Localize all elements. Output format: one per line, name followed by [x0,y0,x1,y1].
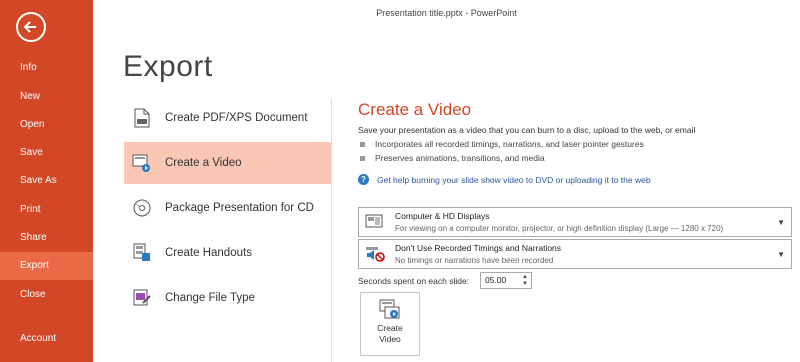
create-video-button[interactable]: Create Video [360,292,420,356]
dropdown-arrow-icon: ▼ [777,250,785,259]
display-icon [365,214,383,230]
nav-item-close[interactable]: Close [0,281,93,309]
bullet-item: Incorporates all recorded timings, narra… [360,139,644,149]
video-icon [131,152,153,174]
bullet-square-icon [360,142,365,148]
divider [331,98,332,362]
cd-icon [131,197,153,219]
spinner-arrows-icon[interactable]: ▲ ▼ [522,274,528,288]
seconds-spinner[interactable]: 05.00 ▲ ▼ [480,272,532,289]
seconds-value: 05.00 [485,275,507,285]
option-label: Package Presentation for CD [165,202,314,214]
help-link-text: Get help burning your slide show video t… [377,174,651,185]
backstage-sidebar: Info New Open Save Save As Print Share E… [0,0,93,362]
option-label: Create Handouts [165,247,252,259]
back-arrow-icon [23,21,36,33]
help-icon: ? [358,174,369,185]
change-file-type-icon [131,287,153,309]
seconds-label: Seconds spent on each slide: [358,276,470,286]
create-video-icon [379,299,401,321]
nav-item-share[interactable]: Share [0,224,93,252]
option-label: Create PDF/XPS Document [165,112,308,124]
quality-dropdown[interactable]: Computer & HD Displays For viewing on a … [358,207,792,237]
create-button-line1: Create [377,323,403,333]
option-create-handouts[interactable]: Create Handouts [124,232,331,274]
nav-item-info[interactable]: Info [0,54,93,82]
nav-item-save-as[interactable]: Save As [0,167,93,195]
section-title: Create a Video [358,100,472,119]
dropdown-sub-text: For viewing on a computer monitor, proje… [395,224,724,233]
pdf-document-icon [131,107,153,129]
timings-dropdown[interactable]: Don't Use Recorded Timings and Narration… [358,239,792,269]
nav-item-export[interactable]: Export [0,252,93,280]
bullet-text: Incorporates all recorded timings, narra… [375,139,644,149]
create-button-line2: Video [379,334,401,344]
option-package-for-cd[interactable]: Package Presentation for CD [124,187,331,229]
option-change-file-type[interactable]: Change File Type [124,277,331,319]
nav-item-account[interactable]: Account [0,325,93,353]
nav-item-open[interactable]: Open [0,111,93,139]
no-narration-icon [365,246,385,262]
dropdown-sub-text: No timings or narrations have been recor… [395,256,554,265]
nav-item-save[interactable]: Save [0,139,93,167]
bullet-item: Preserves animations, transitions, and m… [360,153,545,163]
option-create-pdf-xps[interactable]: Create PDF/XPS Document [124,97,331,139]
option-label: Create a Video [165,157,242,169]
section-description: Save your presentation as a video that y… [358,125,696,135]
page-title: Export [123,50,213,83]
dropdown-arrow-icon: ▼ [777,218,785,227]
back-button[interactable] [16,12,46,42]
help-link[interactable]: ? Get help burning your slide show video… [358,174,651,185]
nav-item-print[interactable]: Print [0,196,93,224]
dropdown-main-text: Don't Use Recorded Timings and Narration… [395,243,562,253]
nav-item-new[interactable]: New [0,83,93,111]
bullet-text: Preserves animations, transitions, and m… [375,153,545,163]
window-title: Presentation title.pptx - PowerPoint [376,8,517,18]
option-create-video[interactable]: Create a Video [124,142,331,184]
bullet-square-icon [360,156,365,162]
handouts-icon [131,242,153,264]
dropdown-main-text: Computer & HD Displays [395,211,490,221]
option-label: Change File Type [165,292,255,304]
